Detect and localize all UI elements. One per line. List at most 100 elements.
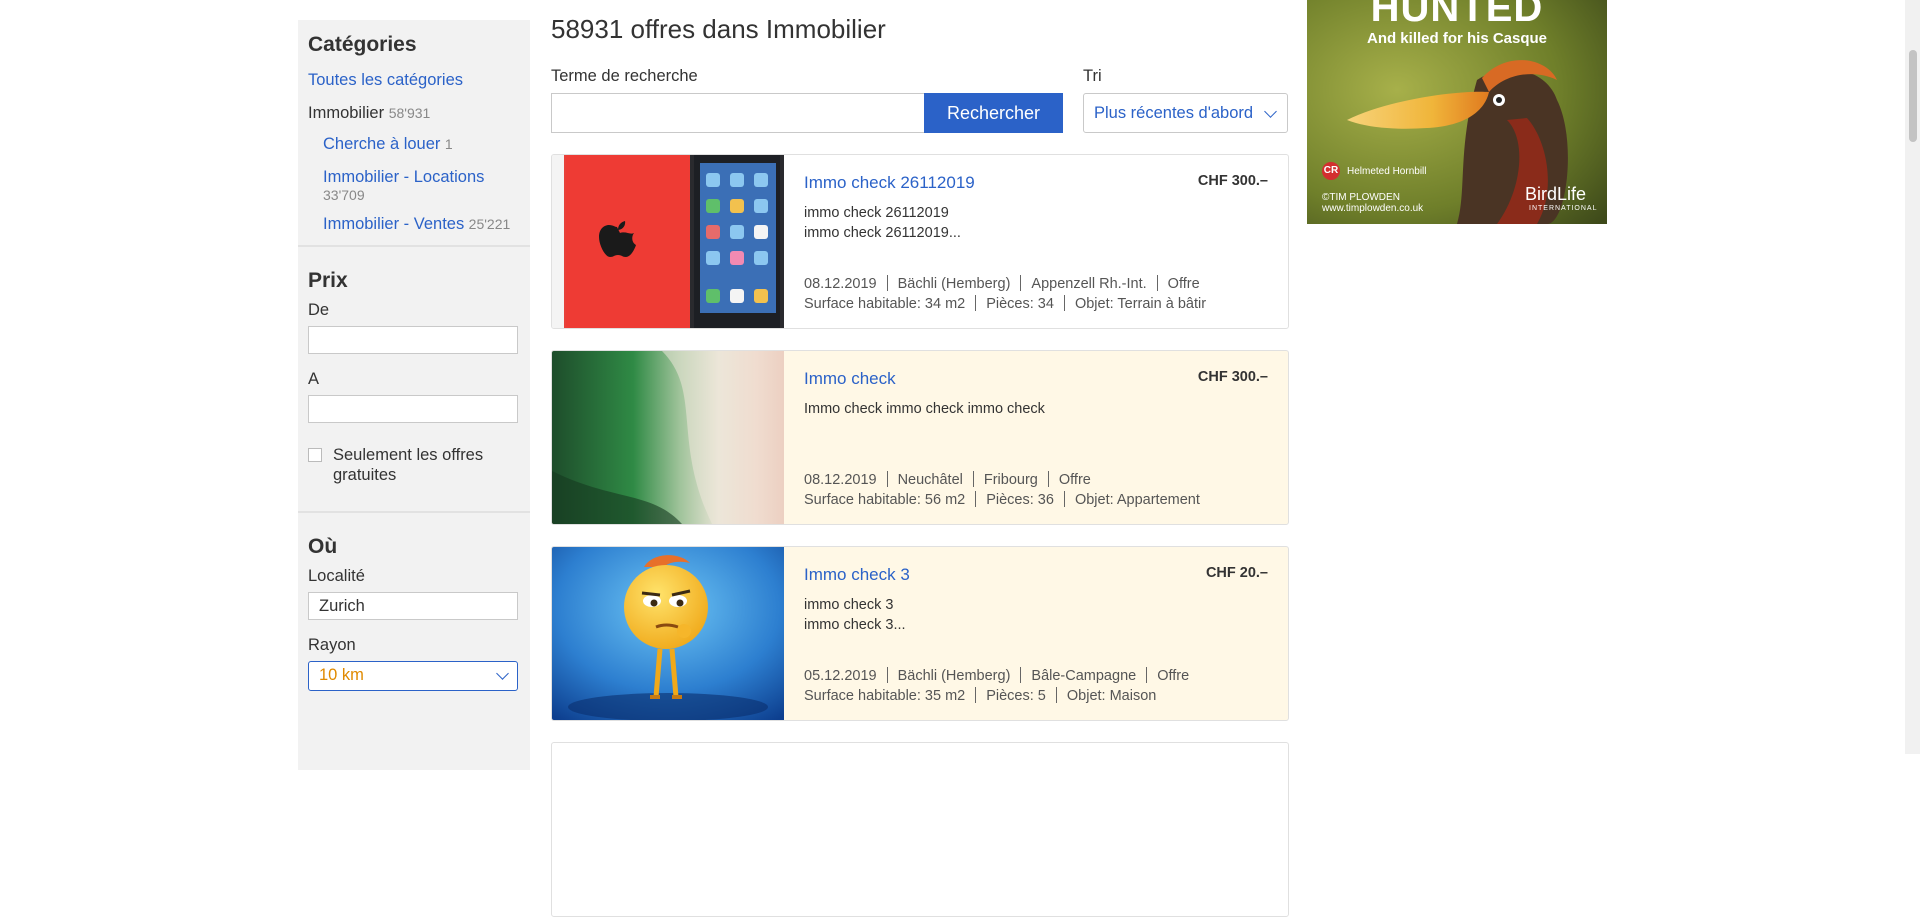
locality-input[interactable] (308, 592, 518, 620)
current-category: Immobilier 58'931 (308, 104, 520, 123)
listing-title[interactable]: Immo check (804, 369, 896, 389)
subcategory-count: 1 (444, 136, 453, 152)
listing-date: 05.12.2019 (804, 668, 877, 684)
subcategory-link[interactable]: Cherche à louer (323, 135, 440, 153)
page-scrollbar[interactable] (1905, 0, 1920, 754)
listing-title[interactable]: Immo check 3 (804, 565, 910, 585)
current-category-label: Immobilier (308, 104, 385, 122)
separator (886, 471, 888, 487)
listing-place: Bächli (Hemberg) (897, 668, 1011, 684)
free-only-option[interactable]: Seulement les offres gratuites (308, 445, 520, 485)
listing-title[interactable]: Immo check 26112019 (804, 173, 975, 193)
radius-label: Rayon (308, 636, 356, 654)
listing-type: Offre (1058, 472, 1091, 488)
free-only-checkbox[interactable] (308, 448, 322, 462)
subcategory-count: 33'709 (323, 187, 365, 203)
listing-region: Bâle-Campagne (1031, 668, 1137, 684)
listing-image[interactable] (552, 155, 784, 328)
listing-surface: Surface habitable: 56 m2 (804, 492, 966, 508)
chevron-down-icon (496, 667, 509, 680)
listing-description: Immo check immo check immo check (804, 399, 1045, 419)
separator (886, 275, 888, 291)
separator (886, 667, 888, 683)
listing-region: Appenzell Rh.-Int. (1031, 276, 1147, 292)
chevron-down-icon (1264, 105, 1277, 118)
listing-card[interactable]: Immo check 3 CHF 20.– immo check 3 immo … (551, 546, 1289, 721)
listing-desc-line2: immo check 3... (804, 617, 906, 633)
listing-type: Offre (1157, 668, 1190, 684)
ad-species: Helmeted Hornbill (1347, 166, 1427, 177)
listing-surface: Surface habitable: 35 m2 (804, 688, 966, 704)
separator (1047, 471, 1049, 487)
listing-card[interactable] (551, 742, 1289, 917)
current-category-count: 58'931 (388, 105, 431, 121)
ad-headline: HUNTED (1370, 0, 1544, 30)
separator (1055, 687, 1057, 703)
search-label: Terme de recherche (551, 67, 698, 85)
listing-type: Offre (1167, 276, 1200, 292)
separator (1156, 275, 1158, 291)
listing-desc-line1: Immo check immo check immo check (804, 401, 1045, 417)
listing-desc-line1: immo check 3 (804, 597, 894, 613)
separator (975, 491, 977, 507)
ad-status-badge: CR (1322, 162, 1340, 180)
subcategory-link[interactable]: Immobilier - Locations (323, 168, 520, 187)
subcategory-count: 25'221 (468, 216, 511, 232)
listing-rooms: Pièces: 5 (986, 688, 1046, 704)
listing-meta: 08.12.2019 Neuchâtel Fribourg Offre Surface… (804, 470, 1200, 510)
ad-subline: And killed for his Casque (1366, 30, 1548, 47)
separator (1063, 491, 1065, 507)
sort-select[interactable]: Plus récentes d'abord (1083, 93, 1288, 133)
price-from-label: De (308, 301, 330, 319)
listing-desc-line2: immo check 26112019... (804, 225, 961, 241)
listing-image[interactable] (552, 351, 784, 524)
advertisement-banner[interactable]: HUNTED And killed for his Casque CR Helm… (1307, 0, 1607, 224)
listing-rooms: Pièces: 34 (986, 296, 1054, 312)
listing-card[interactable]: Immo check CHF 300.– Immo check immo che… (551, 350, 1289, 525)
listing-object: Objet: Appartement (1074, 492, 1200, 508)
listing-object: Objet: Terrain à bâtir (1074, 296, 1207, 312)
price-from-input[interactable] (308, 326, 518, 354)
listing-price: CHF 300.– (1197, 369, 1268, 385)
separator (975, 295, 977, 311)
search-button[interactable]: Rechercher (924, 93, 1063, 133)
separator (1020, 667, 1022, 683)
free-only-label-line1: Seulement les offres (333, 446, 484, 464)
page-title: 58931 offres dans Immobilier (551, 14, 886, 44)
separator (1020, 275, 1022, 291)
subcategory-item[interactable]: Immobilier - Locations 33'709 (323, 168, 520, 205)
sort-value: Plus récentes d'abord (1094, 104, 1254, 122)
listing-meta: 05.12.2019 Bächli (Hemberg) Bâle-Campagne O… (804, 666, 1189, 706)
listing-surface: Surface habitable: 34 m2 (804, 296, 966, 312)
free-only-label: Seulement les offres gratuites (333, 445, 483, 485)
sort-label: Tri (1083, 67, 1102, 85)
separator (1146, 667, 1148, 683)
ad-credit-line1: ©TIM PLOWDEN (1322, 192, 1400, 203)
ad-brand-sub: INTERNATIONAL (1529, 205, 1598, 212)
subcategory-item[interactable]: Immobilier - Ventes 25'221 (323, 215, 520, 234)
scrollbar-thumb[interactable] (1909, 50, 1917, 142)
search-input[interactable] (551, 93, 924, 133)
listing-date: 08.12.2019 (804, 472, 877, 488)
listing-date: 08.12.2019 (804, 276, 877, 292)
categories-heading: Catégories (308, 33, 417, 56)
listing-price: CHF 20.– (1205, 565, 1268, 581)
radius-value: 10 km (319, 666, 364, 684)
listing-image[interactable] (552, 547, 784, 720)
filter-sidebar: Catégories Toutes les catégories Immobil… (298, 20, 530, 770)
listing-price: CHF 300.– (1197, 173, 1268, 189)
listing-description: immo check 3 immo check 3... (804, 595, 906, 635)
separator (1063, 295, 1065, 311)
free-only-label-line2: gratuites (333, 466, 397, 484)
listing-card[interactable]: Immo check 26112019 CHF 300.– immo check… (551, 154, 1289, 329)
listing-meta: 08.12.2019 Bächli (Hemberg) Appenzell Rh.-… (804, 274, 1206, 314)
price-to-input[interactable] (308, 395, 518, 423)
listing-place: Neuchâtel (897, 472, 963, 488)
listing-object: Objet: Maison (1066, 688, 1157, 704)
subcategory-link[interactable]: Immobilier - Ventes (323, 215, 464, 233)
ad-brand-logo: BirdLife (1525, 184, 1587, 204)
radius-select[interactable]: 10 km (308, 661, 518, 691)
all-categories-link[interactable]: Toutes les catégories (308, 71, 520, 90)
subcategory-item[interactable]: Cherche à louer 1 (323, 135, 520, 154)
price-heading: Prix (308, 269, 348, 292)
